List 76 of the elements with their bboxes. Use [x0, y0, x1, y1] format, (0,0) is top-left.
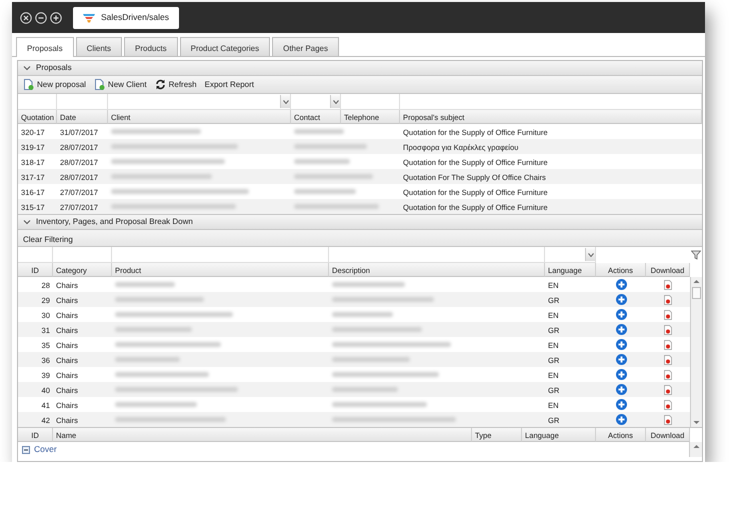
filter-field[interactable] [545, 247, 596, 263]
add-icon[interactable] [616, 279, 626, 290]
filter-field[interactable] [329, 247, 545, 263]
browser-tab[interactable]: SalesDriven/sales [73, 6, 180, 28]
caret-icon [282, 100, 288, 104]
tab[interactable]: Clients [76, 37, 122, 56]
blurred-text [332, 387, 398, 392]
pdf-file-icon[interactable] [664, 310, 672, 320]
refresh-icon [154, 79, 166, 90]
filter-field[interactable] [18, 94, 57, 110]
caret-icon [332, 100, 338, 104]
filter-field[interactable] [53, 247, 112, 263]
filter-field[interactable] [18, 247, 53, 263]
toolbar-button[interactable]: Refresh [154, 78, 197, 90]
tab-title: SalesDriven/sales [101, 11, 170, 24]
filter-field[interactable] [291, 94, 341, 110]
pdf-file-icon[interactable] [664, 324, 672, 334]
collapse-icon[interactable] [23, 218, 31, 226]
blurred-text [115, 282, 175, 287]
dropdown-button[interactable] [330, 95, 340, 108]
scroll-up-icon[interactable] [692, 277, 701, 286]
collapse-icon[interactable] [23, 64, 31, 72]
add-icon[interactable] [616, 384, 626, 395]
maximize-icon[interactable] [50, 12, 62, 24]
section-title: Inventory, Pages, and Proposal Break Down [36, 216, 193, 228]
add-icon[interactable] [616, 414, 626, 425]
scrollbar[interactable] [690, 277, 702, 427]
minimize-icon[interactable] [35, 12, 47, 24]
toolbar-button[interactable]: New Client [94, 78, 147, 90]
dropdown-button[interactable] [280, 95, 290, 108]
pdf-file-icon[interactable] [664, 280, 672, 290]
tab[interactable]: Products [124, 37, 178, 56]
pdf-file-icon[interactable] [664, 340, 672, 350]
group-label[interactable]: Cover [34, 443, 57, 456]
blurred-text [332, 312, 393, 317]
add-icon[interactable] [616, 354, 626, 365]
new-document-icon [23, 79, 34, 90]
tab[interactable]: Other Pages [272, 37, 340, 56]
add-icon[interactable] [616, 324, 626, 335]
filter-icon[interactable] [691, 250, 701, 260]
blurred-text [294, 189, 356, 194]
dropdown-button[interactable] [585, 248, 595, 261]
scroll-up-icon[interactable] [692, 442, 700, 451]
pdf-file-icon[interactable] [664, 384, 672, 394]
funnel-logo-icon [83, 12, 95, 22]
collapse-icon[interactable] [22, 446, 30, 454]
blurred-text [115, 357, 180, 362]
filter-field[interactable] [400, 94, 702, 110]
add-icon[interactable] [616, 399, 626, 410]
pdf-file-icon[interactable] [664, 354, 672, 364]
tab[interactable]: Proposals [16, 37, 74, 57]
toolbar-button[interactable]: Export Report [204, 78, 254, 90]
caret-icon [588, 252, 594, 256]
add-icon[interactable] [616, 294, 626, 305]
scroll-down-icon[interactable] [692, 418, 701, 427]
pdf-file-icon[interactable] [664, 370, 672, 380]
section-title: Proposals [36, 62, 72, 74]
filter-field[interactable] [112, 247, 329, 263]
pdf-file-icon[interactable] [664, 294, 672, 304]
scrollbar[interactable] [689, 442, 702, 457]
blurred-text [294, 129, 344, 134]
add-icon[interactable] [616, 369, 626, 380]
pdf-file-icon[interactable] [664, 400, 672, 410]
tab[interactable]: Product Categories [180, 37, 270, 56]
close-icon[interactable] [20, 12, 32, 24]
add-icon[interactable] [616, 309, 626, 320]
clear-filtering-button[interactable]: Clear Filtering [23, 235, 73, 244]
filter-field[interactable] [108, 94, 291, 110]
filter-field[interactable] [341, 94, 400, 110]
blurred-text [294, 159, 350, 164]
new-document-icon [94, 79, 105, 90]
toolbar-button[interactable]: New proposal [23, 78, 86, 90]
add-icon[interactable] [616, 339, 626, 350]
filter-field[interactable] [57, 94, 108, 110]
pdf-file-icon[interactable] [664, 414, 672, 424]
scroll-thumb[interactable] [692, 287, 701, 299]
